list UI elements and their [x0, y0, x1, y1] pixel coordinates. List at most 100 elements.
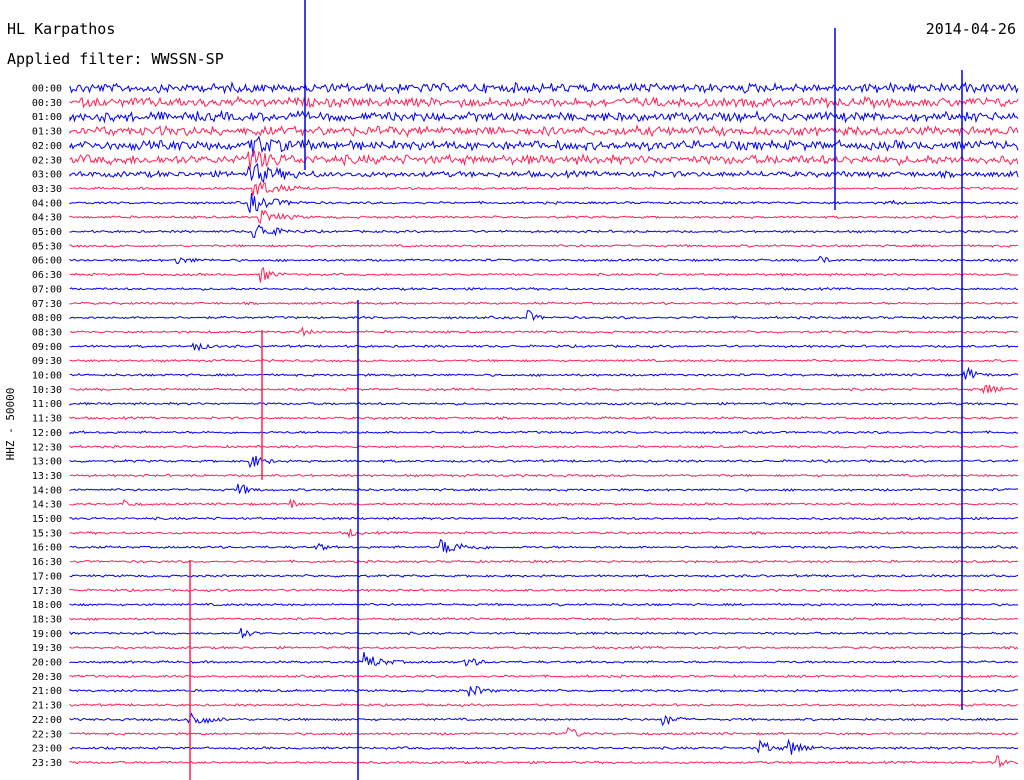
trace-row — [69, 286, 1019, 292]
row-time-label: 02:00 — [32, 141, 62, 152]
row-time-label: 12:30 — [32, 442, 62, 453]
trace-row — [69, 80, 1019, 95]
trace-row — [69, 150, 1019, 171]
row-time-label: 02:30 — [32, 155, 62, 166]
row-time-label: 08:00 — [32, 313, 62, 324]
row-time-label: 13:30 — [32, 471, 62, 482]
trace-row — [69, 559, 1019, 564]
row-time-label: 22:00 — [32, 715, 62, 726]
trace-row — [69, 301, 1019, 306]
row-time-label: 21:00 — [32, 686, 62, 697]
trace-row — [69, 627, 1019, 639]
row-time-label: 23:30 — [32, 758, 62, 769]
trace-row — [69, 243, 1019, 248]
row-time-label: 11:30 — [32, 414, 62, 425]
trace-row — [69, 224, 1019, 239]
row-time-label: 06:30 — [32, 270, 62, 281]
trace-row — [69, 754, 1019, 769]
trace-row — [69, 358, 1019, 363]
helicorder-plot: 00:00 00:30 01:00 01:30 02:00 02:30 03:00 03:30… — [4, 0, 1019, 780]
row-time-label: 12:00 — [32, 428, 62, 439]
row-time-label: 18:30 — [32, 614, 62, 625]
seismic-traces — [69, 0, 1019, 780]
trace-row — [69, 109, 1019, 124]
row-time-label: 13:00 — [32, 457, 62, 468]
trace-row — [69, 209, 1019, 224]
row-time-label: 08:30 — [32, 327, 62, 338]
row-time-label: 01:30 — [32, 127, 62, 138]
trace-row — [69, 616, 1019, 621]
row-time-label: 19:00 — [32, 629, 62, 640]
row-time-label: 16:30 — [32, 557, 62, 568]
row-time-label: 04:00 — [32, 198, 62, 209]
trace-row — [69, 738, 1019, 755]
row-time-label: 14:30 — [32, 500, 62, 511]
trace-row — [69, 539, 1019, 553]
row-time-label: 03:00 — [32, 170, 62, 181]
row-time-label: 10:00 — [32, 371, 62, 382]
row-time-label: 00:00 — [32, 84, 62, 95]
trace-row — [69, 455, 1018, 469]
row-time-label: 21:30 — [32, 701, 62, 712]
row-time-label: 07:00 — [32, 284, 62, 295]
trace-row — [69, 588, 1019, 593]
trace-row — [69, 602, 1019, 607]
trace-row — [69, 95, 1019, 110]
row-time-label: 01:00 — [32, 112, 62, 123]
trace-row — [69, 702, 1019, 708]
row-time-label: 20:30 — [32, 672, 62, 683]
row-time-label: 07:30 — [32, 299, 62, 310]
row-time-label: 23:00 — [32, 744, 62, 755]
row-time-label: 15:00 — [32, 514, 62, 525]
row-time-label: 16:00 — [32, 543, 62, 554]
row-time-label: 10:30 — [32, 385, 62, 396]
trace-row — [69, 181, 1019, 196]
trace-row — [69, 162, 1019, 183]
trace-row — [69, 652, 1019, 667]
trace-row — [69, 310, 1019, 322]
trace-row — [69, 192, 1019, 213]
row-time-label: 00:30 — [32, 98, 62, 109]
trace-row — [69, 686, 1019, 697]
trace-row — [69, 366, 1019, 380]
trace-row — [69, 430, 1019, 435]
trace-row — [69, 415, 1019, 421]
trace-row — [69, 326, 1019, 338]
trace-row — [69, 528, 1019, 539]
trace-row — [69, 473, 1019, 478]
row-time-label: 09:30 — [32, 356, 62, 367]
trace-row — [69, 674, 1019, 679]
trace-row — [69, 384, 1019, 395]
row-time-label: 17:00 — [32, 571, 62, 582]
trace-row — [69, 712, 1019, 727]
row-time-label: 22:30 — [32, 729, 62, 740]
row-time-label: 19:30 — [32, 643, 62, 654]
trace-row — [69, 401, 1019, 406]
row-time-label: 06:00 — [32, 256, 62, 267]
row-time-label: 15:30 — [32, 528, 62, 539]
row-time-label: 05:00 — [32, 227, 62, 238]
row-time-label: 18:00 — [32, 600, 62, 611]
row-time-label: 11:00 — [32, 399, 62, 410]
row-time-label: 17:30 — [32, 586, 62, 597]
row-time-label: 05:30 — [32, 241, 62, 252]
row-time-label: 03:30 — [32, 184, 62, 195]
trace-row — [69, 483, 1019, 494]
row-time-label: 04:30 — [32, 213, 62, 224]
row-time-label: 09:00 — [32, 342, 62, 353]
trace-row — [69, 726, 1019, 737]
trace-row — [69, 516, 1019, 521]
trace-row — [69, 573, 1019, 578]
trace-row — [69, 123, 1019, 138]
trace-row — [69, 444, 1019, 449]
row-time-label: 14:00 — [32, 485, 62, 496]
channel-label: HHZ - 50000 — [4, 388, 17, 461]
trace-row — [69, 498, 1019, 509]
trace-row — [69, 342, 1019, 352]
time-labels: 00:00 00:30 01:00 01:30 02:00 02:30 03:00 03:30… — [32, 84, 62, 769]
trace-row — [69, 266, 1019, 283]
trace-row — [69, 255, 1019, 265]
row-time-label: 20:00 — [32, 658, 62, 669]
trace-row — [69, 135, 1019, 157]
trace-row — [69, 645, 1019, 650]
